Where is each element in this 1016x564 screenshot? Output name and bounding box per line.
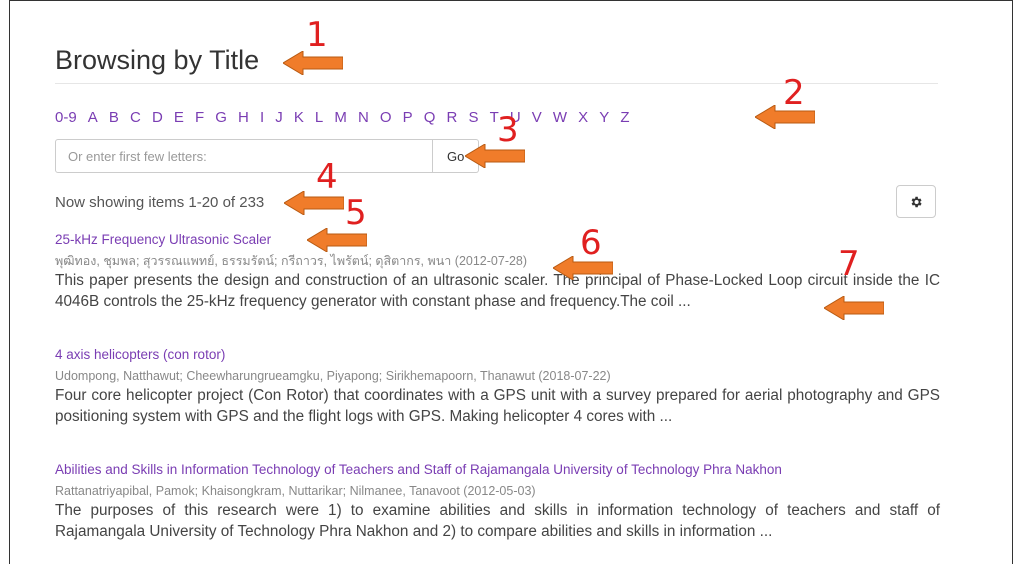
alpha-link-0-9[interactable]: 0-9: [55, 108, 77, 128]
alpha-link-g[interactable]: G: [215, 108, 227, 128]
annotation-number: 1: [306, 15, 328, 55]
alpha-link-p[interactable]: P: [403, 108, 413, 128]
alpha-link-d[interactable]: D: [152, 108, 163, 128]
alpha-link-h[interactable]: H: [238, 108, 249, 128]
annotation-number: 3: [497, 110, 519, 150]
gear-icon: [911, 196, 922, 207]
alpha-link-o[interactable]: O: [380, 108, 392, 128]
results-count: Now showing items 1-20 of 233: [55, 194, 265, 211]
annotation-arrow-icon: [465, 144, 525, 168]
item-title-link[interactable]: Abilities and Skills in Information Tech…: [55, 461, 940, 479]
alpha-link-b[interactable]: B: [109, 108, 119, 128]
alpha-link-m[interactable]: M: [334, 108, 347, 128]
alpha-link-j[interactable]: J: [275, 108, 283, 128]
alpha-link-v[interactable]: V: [532, 108, 542, 128]
alpha-link-c[interactable]: C: [130, 108, 141, 128]
alpha-link-l[interactable]: L: [315, 108, 323, 128]
item-authors-date: Rattanatriyapibal, Pamok; Khaisongkram, …: [55, 484, 536, 498]
item-abstract: Four core helicopter project (Con Rotor)…: [55, 387, 940, 425]
alpha-link-n[interactable]: N: [358, 108, 369, 128]
annotation-arrow-icon: [553, 256, 613, 280]
alpha-link-a[interactable]: A: [88, 108, 98, 128]
item-abstract: The purposes of this research were 1) to…: [55, 502, 940, 540]
settings-button[interactable]: [896, 185, 936, 218]
alpha-link-q[interactable]: Q: [424, 108, 436, 128]
alpha-link-s[interactable]: S: [468, 108, 478, 128]
alpha-link-w[interactable]: W: [553, 108, 567, 128]
list-item: 25-kHz Frequency Ultrasonic Scaler พุฒิท…: [55, 231, 940, 312]
alpha-link-k[interactable]: K: [294, 108, 304, 128]
alpha-link-i[interactable]: I: [260, 108, 264, 128]
starts-with-input[interactable]: [55, 139, 433, 173]
annotation-number: 5: [345, 193, 367, 233]
list-item: 4 axis helicopters (con rotor) Udompong,…: [55, 346, 940, 427]
item-abstract: This paper presents the design and const…: [55, 272, 940, 310]
item-authors-date: พุฒิทอง, ชุมพล; สุวรรณแพทย์, ธรรมรัตน์; …: [55, 254, 528, 268]
annotation-number: 7: [838, 244, 860, 284]
item-title-link[interactable]: 4 axis helicopters (con rotor): [55, 346, 940, 364]
alpha-link-f[interactable]: F: [195, 108, 204, 128]
annotation-number: 4: [316, 157, 338, 197]
alpha-link-x[interactable]: X: [578, 108, 588, 128]
alpha-link-e[interactable]: E: [174, 108, 184, 128]
alpha-link-y[interactable]: Y: [599, 108, 609, 128]
page-title: Browsing by Title: [55, 45, 260, 75]
annotation-arrow-icon: [283, 51, 343, 75]
item-title-link[interactable]: 25-kHz Frequency Ultrasonic Scaler: [55, 231, 940, 249]
jump-to-form: Go: [55, 139, 480, 173]
annotation-arrow-icon: [755, 105, 815, 129]
annotation-arrow-icon: [307, 228, 367, 252]
annotation-arrow-icon: [284, 191, 344, 215]
item-authors-date: Udompong, Natthawut; Cheewharungrueamgku…: [55, 369, 611, 383]
alpha-link-r[interactable]: R: [447, 108, 458, 128]
annotation-number: 6: [580, 223, 602, 263]
annotation-arrow-icon: [824, 296, 884, 320]
title-divider: [55, 83, 938, 84]
list-item: Abilities and Skills in Information Tech…: [55, 461, 940, 542]
alpha-link-z[interactable]: Z: [620, 108, 629, 128]
alphabet-nav: 0-9 A B C D E F G H I J K L M N O P Q R …: [55, 108, 641, 128]
